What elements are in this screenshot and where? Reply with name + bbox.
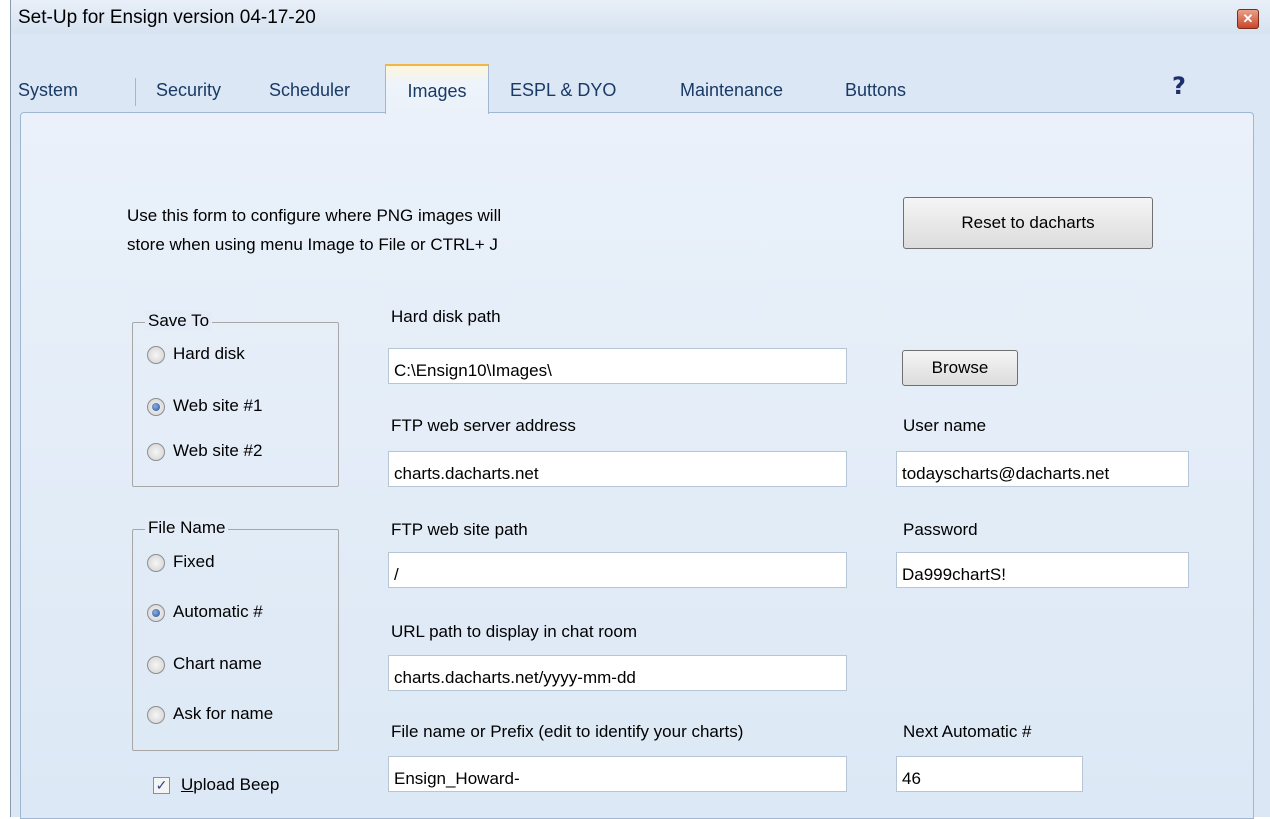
- upload-beep-accelerator: U: [181, 775, 194, 794]
- password-input[interactable]: [896, 552, 1189, 588]
- radio-label: Chart name: [173, 654, 262, 673]
- radio-button-selected[interactable]: [147, 604, 165, 622]
- tab-security[interactable]: Security: [156, 68, 221, 112]
- next-automatic-label: Next Automatic #: [903, 722, 1032, 741]
- ftp-path-label: FTP web site path: [391, 520, 528, 539]
- radio-label: Fixed: [173, 552, 215, 571]
- tab-images[interactable]: Images: [385, 64, 489, 114]
- url-path-input[interactable]: [388, 655, 847, 691]
- tab-scheduler[interactable]: Scheduler: [269, 68, 350, 112]
- radio-label: Hard disk: [173, 344, 245, 363]
- radio-button[interactable]: [147, 554, 165, 572]
- save-to-group: Save To Hard disk Web site #1 Web site #…: [132, 311, 339, 487]
- instructions-line-1: Use this form to configure where PNG ima…: [127, 206, 502, 225]
- reset-to-dacharts-button[interactable]: Reset to dacharts: [903, 197, 1153, 249]
- upload-beep-label[interactable]: Upload Beep: [181, 775, 279, 795]
- help-icon[interactable]: ?: [1172, 72, 1186, 100]
- file-prefix-label: File name or Prefix (edit to identify yo…: [391, 722, 744, 741]
- title-bar: Set-Up for Ensign version 04-17-20 ✕: [11, 0, 1270, 34]
- close-button[interactable]: ✕: [1237, 9, 1259, 29]
- tab-buttons[interactable]: Buttons: [845, 68, 906, 112]
- next-automatic-input[interactable]: [896, 756, 1083, 792]
- tab-divider: [135, 78, 136, 106]
- instructions-text: Use this form to configure where PNG ima…: [127, 201, 687, 259]
- radio-button[interactable]: [147, 346, 165, 364]
- upload-beep-label-rest: pload Beep: [193, 775, 280, 794]
- radio-label: Web site #1: [173, 396, 263, 415]
- radio-button[interactable]: [147, 656, 165, 674]
- upload-beep-checkbox[interactable]: ✓: [153, 777, 170, 794]
- radio-button[interactable]: [147, 443, 165, 461]
- ftp-server-input[interactable]: [388, 451, 847, 487]
- window-title: Set-Up for Ensign version 04-17-20: [18, 7, 316, 28]
- radio-label: Ask for name: [173, 704, 274, 723]
- instructions-line-2: store when using menu Image to File or C…: [127, 235, 498, 254]
- url-path-label: URL path to display in chat room: [391, 622, 637, 641]
- user-name-input[interactable]: [896, 451, 1189, 487]
- hard-disk-path-label: Hard disk path: [391, 307, 501, 326]
- file-name-group: File Name Fixed Automatic # Chart name A…: [132, 518, 339, 751]
- radio-button[interactable]: [147, 706, 165, 724]
- tab-maintenance[interactable]: Maintenance: [680, 68, 783, 112]
- file-name-group-title: File Name: [145, 518, 229, 538]
- user-name-label: User name: [903, 416, 987, 435]
- radio-button-selected[interactable]: [147, 398, 165, 416]
- tab-strip: System Security Scheduler Images ESPL & …: [10, 64, 1252, 114]
- tab-espl-dyo[interactable]: ESPL & DYO: [510, 68, 616, 112]
- radio-label: Web site #2: [173, 441, 263, 460]
- radio-label: Automatic #: [173, 602, 263, 621]
- password-label: Password: [903, 520, 978, 539]
- save-to-group-title: Save To: [145, 311, 213, 331]
- browse-button[interactable]: Browse: [902, 350, 1018, 386]
- hard-disk-path-input[interactable]: [388, 348, 847, 384]
- tab-system[interactable]: System: [18, 68, 78, 112]
- file-prefix-input[interactable]: [388, 756, 847, 792]
- ftp-path-input[interactable]: [388, 552, 847, 588]
- ftp-server-label: FTP web server address: [391, 416, 576, 435]
